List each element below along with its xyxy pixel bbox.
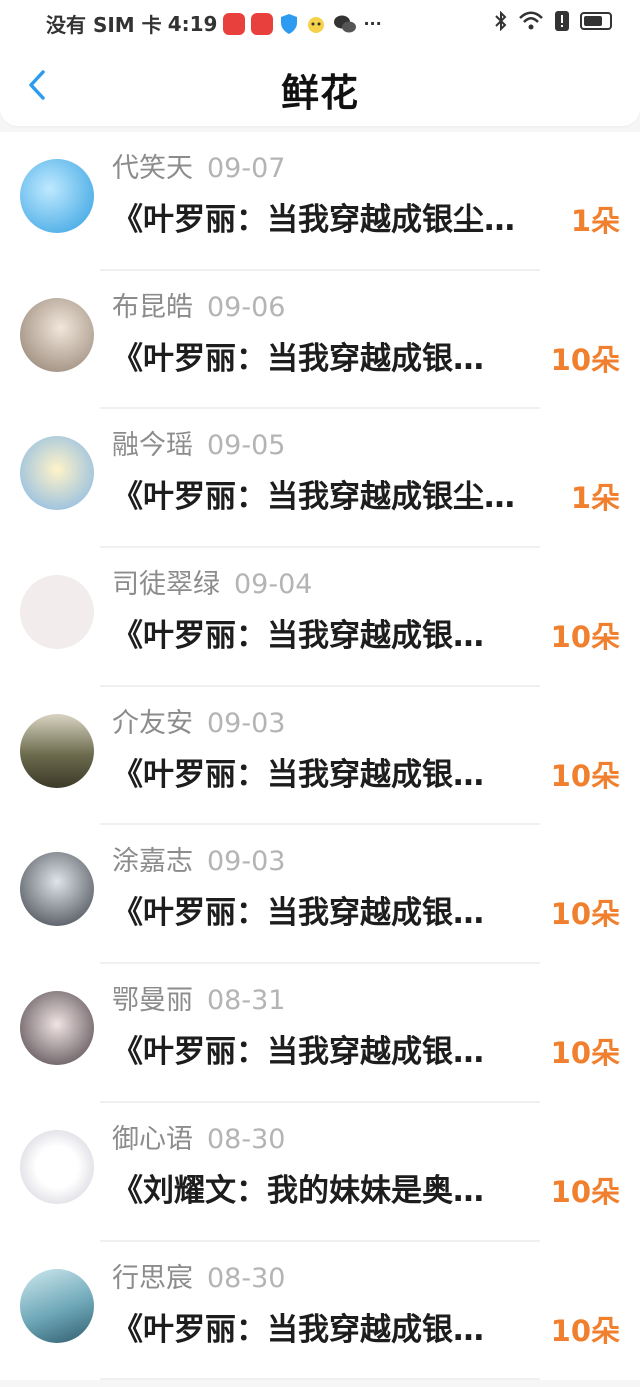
list-item[interactable]: 介友安 09-03 《叶罗丽：当我穿越成银… 10朵	[0, 687, 640, 826]
bluetooth-icon	[495, 11, 507, 31]
book-title[interactable]: 《叶罗丽：当我穿越成银尘…	[112, 194, 560, 239]
book-title[interactable]: 《叶罗丽：当我穿越成银…	[112, 1026, 560, 1071]
flower-list: 代笑天 09-07 《叶罗丽：当我穿越成银尘… 1朵 布昆皓 09-06 《叶罗丽：…	[0, 132, 640, 1381]
book-title[interactable]: 《叶罗丽：当我穿越成银…	[112, 610, 560, 655]
date: 09-05	[207, 430, 286, 462]
date: 08-30	[207, 1262, 286, 1294]
user-name[interactable]: 涂嘉志	[112, 846, 193, 877]
alert-icon	[555, 11, 569, 31]
book-title[interactable]: 《叶罗丽：当我穿越成银尘…	[112, 471, 560, 516]
carrier-text: 没有 SIM 卡	[46, 13, 162, 37]
flower-count: 1朵	[570, 204, 620, 238]
battery-icon	[580, 12, 612, 30]
user-name[interactable]: 布昆皓	[112, 292, 193, 323]
date: 08-31	[207, 985, 286, 1017]
flower-count: 10朵	[550, 1036, 620, 1071]
book-title[interactable]: 《叶罗丽：当我穿越成银…	[112, 887, 560, 932]
user-name[interactable]: 融今瑶	[112, 430, 193, 461]
list-item[interactable]: 融今瑶 09-05 《叶罗丽：当我穿越成银尘… 1朵	[0, 409, 640, 548]
date: 09-03	[207, 846, 286, 878]
shopping-app-icon	[251, 12, 274, 35]
date: 09-03	[207, 707, 286, 739]
list-item[interactable]: 御心语 08-30 《刘耀文：我的妹妹是奥… 10朵	[0, 1103, 640, 1242]
avatar[interactable]	[20, 1268, 94, 1343]
shield-icon	[281, 13, 298, 34]
clock: 4:19	[167, 11, 218, 36]
flower-count: 10朵	[550, 342, 620, 377]
list-item[interactable]: 布昆皓 09-06 《叶罗丽：当我穿越成银… 10朵	[0, 271, 640, 410]
book-title[interactable]: 《叶罗丽：当我穿越成银…	[112, 333, 560, 378]
user-name[interactable]: 介友安	[112, 708, 193, 739]
user-name[interactable]: 行思宸	[112, 1263, 193, 1294]
list-item[interactable]: 司徒翠绿 09-04 《叶罗丽：当我穿越成银… 10朵	[0, 548, 640, 687]
avatar[interactable]	[20, 297, 94, 372]
avatar[interactable]	[20, 159, 94, 233]
avatar[interactable]	[20, 575, 94, 650]
user-name[interactable]: 代笑天	[112, 153, 193, 184]
status-bar: 没有 SIM 卡 4:19 ···	[0, 0, 640, 44]
avatar[interactable]	[20, 436, 94, 511]
book-title[interactable]: 《刘耀文：我的妹妹是奥…	[112, 1165, 560, 1210]
wechat-icon	[334, 15, 357, 32]
user-name[interactable]: 鄂曼丽	[112, 985, 193, 1016]
flower-count: 1朵	[570, 481, 620, 516]
flower-count: 10朵	[550, 1313, 620, 1348]
flower-count: 10朵	[550, 897, 620, 932]
user-name[interactable]: 司徒翠绿	[112, 569, 220, 600]
page-title: 鲜花	[280, 71, 359, 115]
user-name[interactable]: 御心语	[112, 1124, 193, 1155]
avatar[interactable]	[20, 713, 94, 788]
nav-header: 鲜花	[0, 44, 640, 126]
date: 09-06	[207, 291, 286, 323]
shopping-app-icon	[223, 12, 246, 35]
book-title[interactable]: 《叶罗丽：当我穿越成银…	[112, 1304, 560, 1349]
wifi-icon	[519, 11, 543, 30]
avatar[interactable]	[20, 1129, 94, 1204]
list-item[interactable]: 涂嘉志 09-03 《叶罗丽：当我穿越成银… 10朵	[0, 825, 640, 964]
book-title[interactable]: 《叶罗丽：当我穿越成银…	[112, 749, 560, 794]
date: 09-07	[207, 153, 286, 184]
more-notifications-icon: ···	[363, 14, 382, 33]
flower-count: 10朵	[550, 758, 620, 793]
list-item[interactable]: 行思宸 08-30 《叶罗丽：当我穿越成银… 10朵	[0, 1242, 640, 1381]
date: 09-04	[234, 569, 313, 601]
date: 08-30	[207, 1123, 286, 1155]
list-item[interactable]: 代笑天 09-07 《叶罗丽：当我穿越成银尘… 1朵	[0, 132, 640, 271]
list-item[interactable]: 鄂曼丽 08-31 《叶罗丽：当我穿越成银… 10朵	[0, 964, 640, 1103]
avatar[interactable]	[20, 852, 94, 927]
avatar[interactable]	[20, 991, 94, 1066]
flower-count: 10朵	[550, 620, 620, 655]
flower-count: 10朵	[550, 1174, 620, 1209]
cat-app-icon	[308, 16, 325, 33]
